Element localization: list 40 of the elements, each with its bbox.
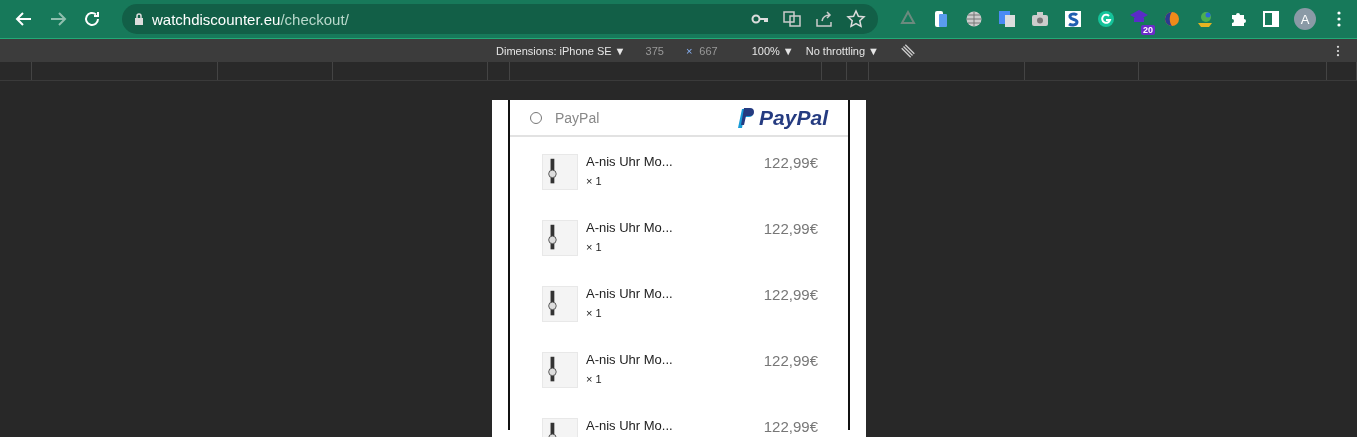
side-panel-icon[interactable]: [1261, 9, 1281, 29]
times-sign: ×: [685, 44, 693, 57]
height-field[interactable]: 667: [699, 44, 718, 57]
product-price: 122,99€: [763, 220, 818, 237]
globe-icon[interactable]: [964, 9, 984, 29]
product-name: A-nis Uhr Mo...: [586, 418, 674, 433]
lock-icon: [134, 13, 144, 25]
product-price: 122,99€: [763, 418, 818, 435]
s-logo-icon[interactable]: [1063, 9, 1083, 29]
width-field[interactable]: 375: [645, 44, 664, 57]
star-icon[interactable]: [846, 9, 866, 29]
device-dropdown[interactable]: Dimensions: iPhone SE ▼: [496, 44, 626, 57]
product-name: A-nis Uhr Mo...: [586, 154, 674, 169]
zoom-dropdown[interactable]: 100% ▼: [751, 44, 794, 57]
share-icon[interactable]: [814, 9, 834, 29]
product-name: A-nis Uhr Mo...: [586, 286, 674, 301]
product-quantity: × 1: [586, 373, 603, 385]
swirl-icon[interactable]: [1162, 9, 1182, 29]
product-photo: [542, 352, 578, 388]
product-quantity: × 1: [586, 307, 603, 319]
throttling-dropdown[interactable]: No throttling ▼: [805, 44, 879, 57]
product-photo: [542, 154, 578, 190]
paypal-p-icon: [735, 106, 756, 129]
product-price: 122,99€: [763, 154, 818, 171]
product-price: 122,99€: [763, 286, 818, 303]
product-name: A-nis Uhr Mo...: [586, 220, 674, 235]
address-bar[interactable]: watchdiscounter.eu/checkout/: [122, 4, 878, 34]
product-quantity: × 1: [586, 241, 603, 253]
grammarly-icon[interactable]: [1096, 9, 1116, 29]
product-photo: [542, 286, 578, 322]
product-photo: [542, 220, 578, 256]
camera-icon[interactable]: [1030, 9, 1050, 29]
payment-option-label: PayPal: [555, 109, 601, 126]
product-quantity: × 1: [586, 175, 603, 187]
product-name: A-nis Uhr Mo...: [586, 352, 674, 367]
product-price: 122,99€: [763, 352, 818, 369]
url-text: watchdiscounter.eu/checkout/: [152, 10, 350, 28]
paypal-logo: PayPal: [735, 105, 828, 130]
reload-icon[interactable]: [82, 9, 102, 29]
extension-badge: 20: [1141, 25, 1155, 35]
